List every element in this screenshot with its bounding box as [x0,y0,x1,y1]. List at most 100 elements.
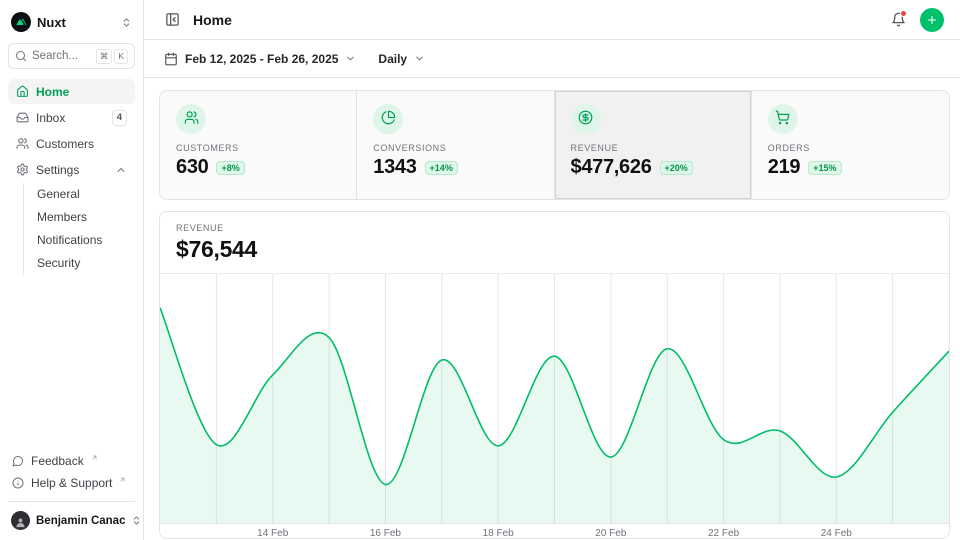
date-range-label: Feb 12, 2025 - Feb 26, 2025 [185,52,338,66]
stat-value: 219 [768,156,800,179]
avatar [11,511,30,530]
users-icon [184,110,199,128]
stat-change-badge: +20% [660,161,693,175]
stat-card-revenue[interactable]: REVENUE $477,626 +20% [555,91,752,199]
period-select[interactable]: Daily [372,48,431,70]
calendar-icon [164,52,178,66]
external-link-icon [119,476,126,483]
kbd-cmd: ⌘ [96,49,113,64]
date-range-picker[interactable]: Feb 12, 2025 - Feb 26, 2025 [158,48,362,70]
chevron-up-icon [115,164,127,176]
info-icon [12,477,24,489]
x-axis-tick: 24 Feb [821,528,852,539]
stat-change-badge: +14% [425,161,458,175]
sidebar-item-security[interactable]: Security [24,252,135,274]
app-window: Nuxt Search... ⌘K Home Inbox 4 Customers Set… [0,0,960,540]
period-label: Daily [378,52,407,66]
sidebar-footer: Feedback Help & Support Benjamin Canac [8,450,135,532]
team-picker[interactable]: Nuxt [8,8,135,36]
stat-label: ORDERS [768,143,933,153]
sidebar-nav: Home Inbox 4 Customers Settings General Member… [8,79,135,275]
stat-change-badge: +15% [808,161,841,175]
chart-pie-icon [381,110,396,128]
shopping-cart-icon [775,110,790,128]
revenue-area-chart[interactable] [160,273,949,523]
chart-current-value: $76,544 [176,236,933,263]
x-axis-tick: 16 Feb [370,528,401,539]
search-icon [15,50,27,62]
chart-canvas [160,274,949,523]
stat-card-orders[interactable]: ORDERS 219 +15% [752,91,949,199]
stat-card-conversions[interactable]: CONVERSIONS 1343 +14% [357,91,554,199]
sidebar-item-members[interactable]: Members [24,206,135,228]
x-axis-tick: 18 Feb [483,528,514,539]
sidebar-top: Nuxt Search... ⌘K Home Inbox 4 Customers Set… [8,8,135,450]
sidebar-item-inbox[interactable]: Inbox 4 [8,105,135,130]
search-input[interactable]: Search... ⌘K [8,43,135,69]
chevron-down-icon [345,53,356,64]
collapse-sidebar-button[interactable] [160,8,184,32]
message-circle-icon [12,455,24,467]
settings-icon [16,163,29,176]
stat-value: 630 [176,156,208,179]
page-content: CUSTOMERS 630 +8% CONVERSIONS 1343 +14% REVENU… [144,78,960,540]
kbd-k: K [114,49,128,64]
x-axis-tick: 14 Feb [257,528,288,539]
panel-left-close-icon [165,12,180,27]
sidebar-item-home[interactable]: Home [8,79,135,104]
sidebar-subitem-label: General [37,187,80,201]
stat-label: CUSTOMERS [176,143,340,153]
stats-row: CUSTOMERS 630 +8% CONVERSIONS 1343 +14% REVENU… [159,90,950,200]
sidebar-item-notifications[interactable]: Notifications [24,229,135,251]
stat-card-customers[interactable]: CUSTOMERS 630 +8% [160,91,357,199]
sidebar-item-label: Inbox [36,111,65,125]
notifications-button[interactable] [886,8,910,32]
sidebar-item-general[interactable]: General [24,183,135,205]
chevrons-up-down-icon [121,17,132,28]
user-name: Benjamin Canac [36,515,125,527]
footer-link-label: Feedback [31,454,84,468]
user-menu[interactable]: Benjamin Canac [8,501,135,532]
sidebar-subitem-label: Members [37,210,87,224]
circle-dollar-icon [578,110,593,128]
main-panel: Home Feb 12, 2025 - Feb 26, 2025 Daily [144,0,960,540]
sidebar-link-help-support[interactable]: Help & Support [8,472,135,494]
sidebar-subitem-label: Notifications [37,233,102,247]
stat-value: 1343 [373,156,416,179]
plus-icon [926,13,938,27]
page-title: Home [193,12,232,28]
chevrons-up-down-icon [131,515,142,526]
add-button[interactable] [920,8,944,32]
sidebar-item-settings[interactable]: Settings [8,157,135,182]
stat-value: $477,626 [571,156,652,179]
revenue-chart-card: REVENUE $76,544 14 Feb 16 Feb 18 Feb 20 Feb… [159,211,950,539]
page-header: Home [144,0,960,40]
x-axis-tick: 20 Feb [595,528,626,539]
sidebar-link-feedback[interactable]: Feedback [8,450,135,472]
chevron-down-icon [414,53,425,64]
search-shortcut: ⌘K [96,49,128,64]
footer-link-label: Help & Support [31,476,112,490]
sidebar-item-label: Home [36,85,69,99]
external-link-icon [91,454,98,461]
sidebar: Nuxt Search... ⌘K Home Inbox 4 Customers Set… [0,0,144,540]
inbox-icon [16,111,29,124]
stat-label: CONVERSIONS [373,143,537,153]
house-icon [16,85,29,98]
sidebar-item-label: Customers [36,137,94,151]
users-icon [16,137,29,150]
nuxt-logo-icon [11,12,31,32]
filters-toolbar: Feb 12, 2025 - Feb 26, 2025 Daily [144,40,960,78]
x-axis-tick: 22 Feb [708,528,739,539]
brand-name: Nuxt [37,15,66,30]
inbox-count-badge: 4 [112,110,127,126]
chart-title: REVENUE [176,223,933,233]
sidebar-subnav-settings: General Members Notifications Security [23,183,135,275]
notification-dot [900,10,907,17]
sidebar-item-label: Settings [36,163,79,177]
sidebar-item-customers[interactable]: Customers [8,131,135,156]
chart-x-axis: 14 Feb 16 Feb 18 Feb 20 Feb 22 Feb 24 Feb [160,523,949,538]
stat-label: REVENUE [571,143,735,153]
stat-change-badge: +8% [216,161,244,175]
sidebar-subitem-label: Security [37,256,80,270]
